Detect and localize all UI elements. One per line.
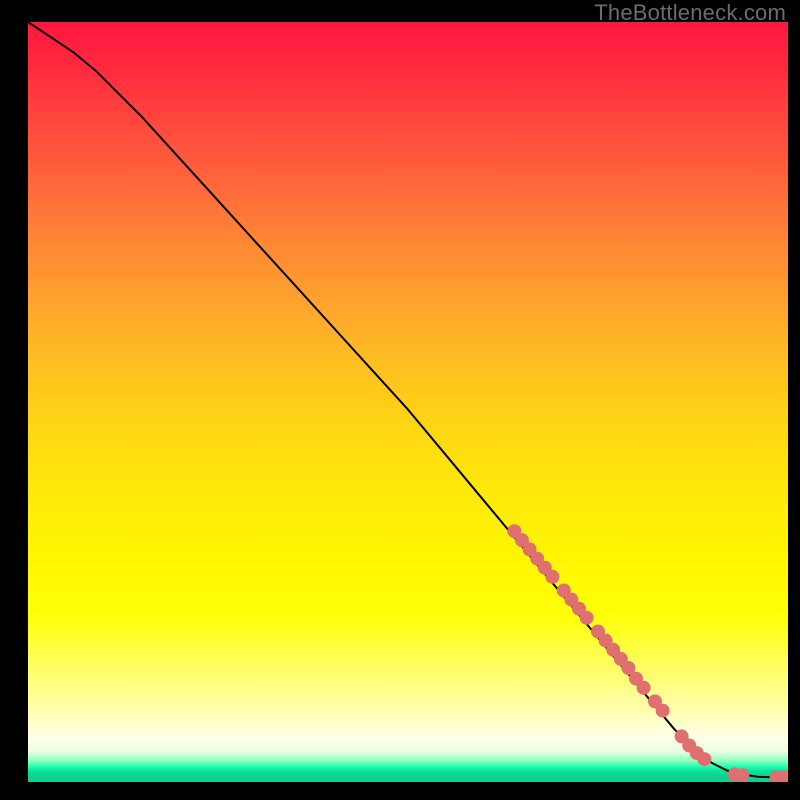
chart-svg <box>28 22 788 782</box>
data-point <box>735 768 749 782</box>
bottleneck-curve <box>28 22 788 777</box>
data-point <box>580 611 594 625</box>
data-point <box>697 752 711 766</box>
data-point <box>656 704 670 718</box>
plot-area <box>28 22 788 782</box>
chart-stage: TheBottleneck.com <box>0 0 800 800</box>
data-point <box>637 681 651 695</box>
data-point <box>545 570 559 584</box>
data-markers <box>507 524 788 782</box>
